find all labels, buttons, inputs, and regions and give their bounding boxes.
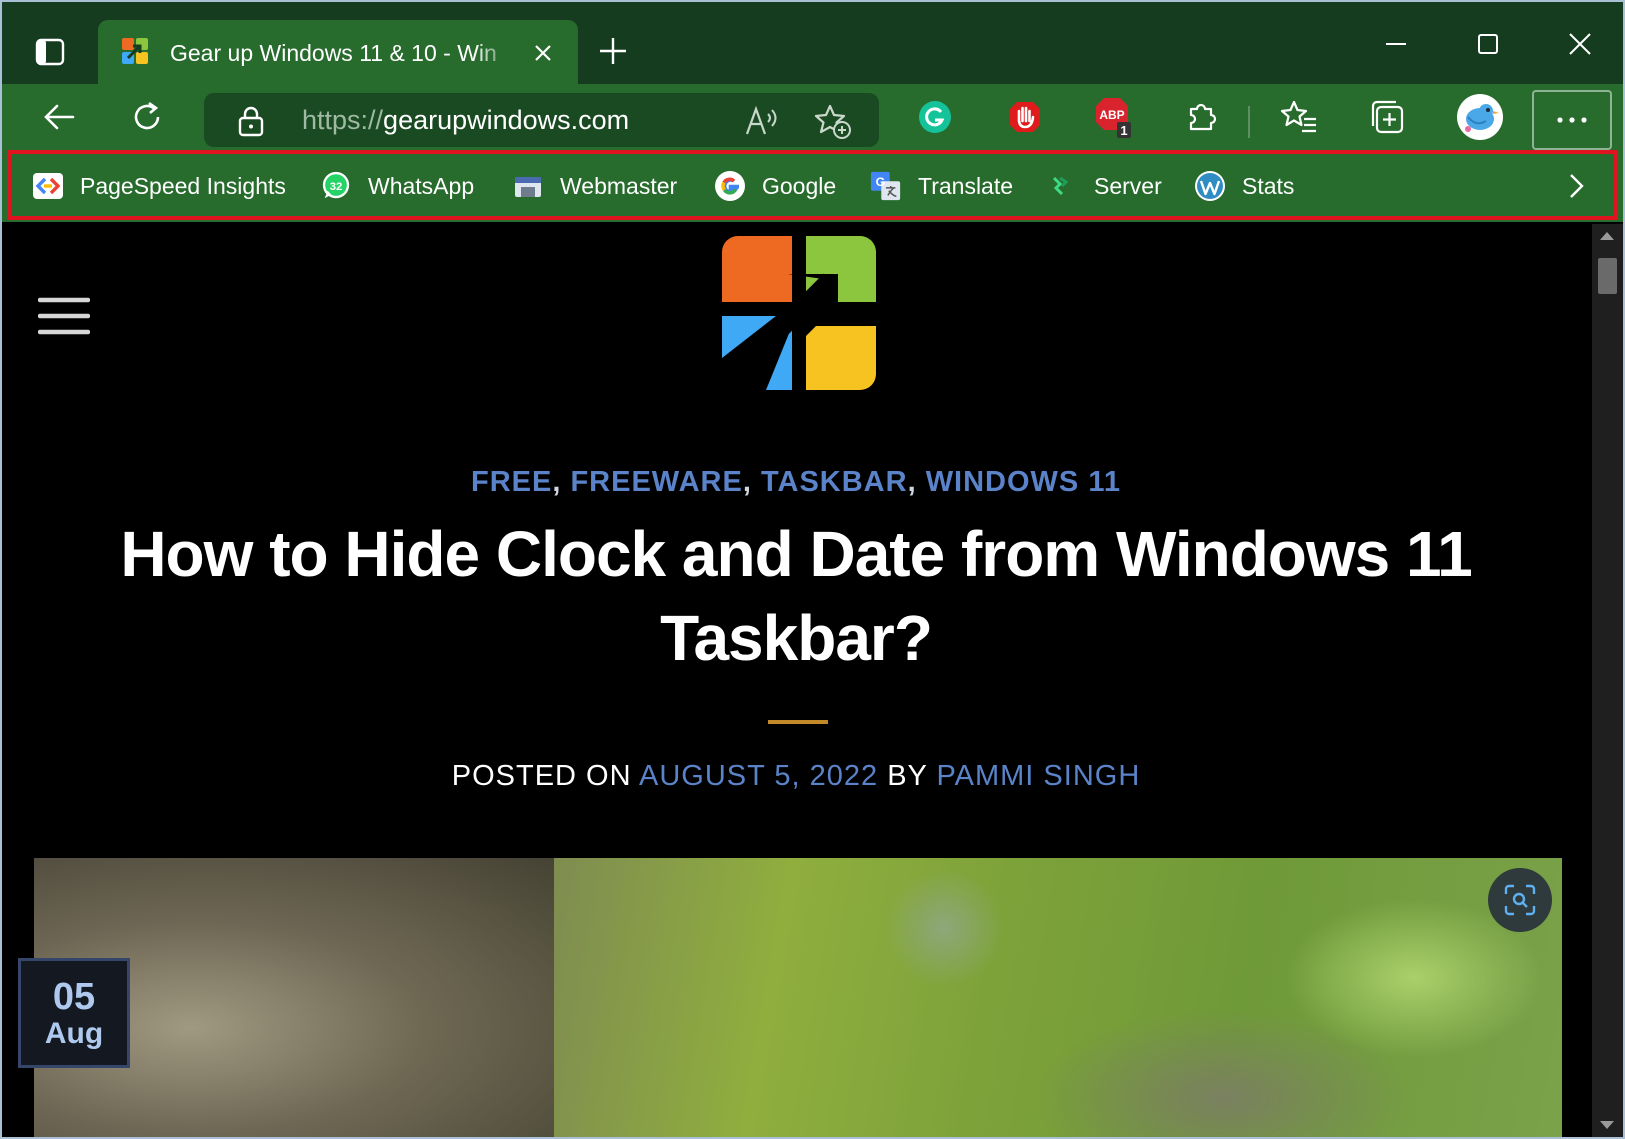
tab-title: Gear up Windows 11 & 10 - Win [170,40,497,66]
favorite-webmaster[interactable]: Webmaster [512,168,677,204]
whatsapp-icon: 32 [320,170,352,202]
favorite-label: Translate [918,173,1014,199]
url-protocol: https:// [302,105,384,135]
scroll-up-arrow-icon[interactable] [1600,232,1614,240]
translate-icon: G [870,170,902,202]
new-tab-icon[interactable] [592,30,634,72]
abp-badge-count: 1 [1120,123,1127,138]
pagespeed-icon [32,170,64,202]
scroll-down-arrow-icon[interactable] [1600,1121,1614,1129]
close-icon [1569,33,1591,55]
favorites-bar: PageSpeed Insights 32 WhatsApp Webmaster… [2,150,1623,222]
favorite-label: Server [1094,173,1162,199]
refresh-button[interactable] [124,94,170,140]
category-free[interactable]: FREE [471,466,552,498]
posted-on-label: POSTED ON [451,760,632,792]
refresh-icon [134,101,160,130]
tab-actions-icon [35,38,65,66]
hero-bokeh [884,868,1004,988]
address-bar[interactable]: https://gearupwindows.com [204,93,879,147]
date-badge-month: Aug [44,1017,104,1050]
tab-strip: Gear up Windows 11 & 10 - Win [2,2,1623,84]
category-freeware[interactable]: FREEWARE [570,466,742,498]
category-taskbar[interactable]: TASKBAR [761,466,908,498]
maximize-button[interactable] [1458,20,1518,68]
more-dots-icon [1557,117,1587,123]
post-meta: POSTED ON AUGUST 5, 2022 BY PAMMI SINGH [2,756,1590,796]
wordpress-icon [1194,170,1226,202]
maximize-icon [1478,34,1498,54]
toolbar-separator [1248,106,1250,138]
post-date-link[interactable]: AUGUST 5, 2022 [639,760,878,792]
favorite-server[interactable]: Server [1046,168,1162,204]
adblock-plus-extension[interactable]: ABP 1 [1090,94,1136,140]
back-arrow-icon [44,104,75,130]
favorites-button[interactable] [1276,94,1322,140]
grammarly-extension[interactable] [912,94,958,140]
adblock-plus-icon: ABP 1 [1096,98,1131,138]
back-button[interactable] [36,94,82,140]
site-favicon-icon [122,38,148,64]
collections-button[interactable] [1364,94,1410,140]
server-icon [1046,170,1078,202]
toolbar: https://gearupwindows.com ABP 1 [2,84,1623,150]
puzzle-icon [1189,103,1217,131]
scroll-thumb[interactable] [1598,258,1617,294]
abp-label: ABP [1099,108,1124,122]
favorite-label: PageSpeed Insights [80,173,286,199]
settings-and-more-button[interactable] [1532,90,1612,150]
adblock-hand-icon [1010,102,1040,132]
webmaster-icon [512,170,544,202]
extensions-button[interactable] [1178,94,1224,140]
favorite-label: Google [762,173,837,199]
url-host: gearupwindows.com [383,105,630,135]
favorite-label: Webmaster [560,173,678,199]
adblock-extension[interactable] [1002,94,1048,140]
page-scrollbar[interactable] [1592,224,1623,1137]
title-divider [768,720,828,724]
favorite-pagespeed[interactable]: PageSpeed Insights [32,168,286,204]
favorite-stats[interactable]: Stats [1194,168,1294,204]
favorite-translate[interactable]: G Translate [870,168,1013,204]
close-window-button[interactable] [1550,20,1610,68]
featured-image [34,858,1562,1137]
minimize-button[interactable] [1366,20,1426,68]
favorite-whatsapp[interactable]: 32 WhatsApp [320,168,474,204]
url-text[interactable]: https://gearupwindows.com [302,102,629,138]
avatar-bird-icon [1457,94,1503,140]
category-links: FREE, FREEWARE, TASKBAR, WINDOWS 11 [471,466,1121,498]
favorites-star-list-icon [1280,100,1316,133]
google-icon [714,170,746,202]
hamburger-menu-icon[interactable] [38,296,90,336]
favorite-google[interactable]: Google [714,168,836,204]
visual-search-button[interactable] [1488,868,1552,932]
browser-window: Gear up Windows 11 & 10 - Win https://ge… [0,0,1625,1139]
category-windows-11[interactable]: WINDOWS 11 [926,466,1121,498]
collections-icon [1371,100,1404,134]
date-badge-day: 05 [52,976,96,1018]
favorite-label: Stats [1242,173,1295,199]
minimize-icon [1386,43,1406,45]
by-label: BY [887,760,928,792]
visual-search-icon [1504,884,1536,916]
close-tab-icon[interactable] [530,40,556,66]
tab-active[interactable]: Gear up Windows 11 & 10 - Win [98,20,578,84]
author-link[interactable]: PAMMI SINGH [936,760,1140,792]
web-page: FREE, FREEWARE, TASKBAR, WINDOWS 11 How … [2,224,1590,1137]
profile-button[interactable] [1454,91,1506,143]
lock-icon[interactable] [236,105,266,137]
chevron-right-icon[interactable] [1560,168,1592,204]
date-badge: 05 Aug [18,958,130,1068]
add-favorite-icon[interactable] [814,103,852,141]
whatsapp-badge: 32 [330,181,343,193]
favorite-label: WhatsApp [368,173,475,199]
tab-actions-button[interactable] [30,32,70,72]
article-title: How to Hide Clock and Date from Windows … [120,518,1472,674]
svg-text:G: G [876,175,886,189]
site-logo[interactable] [716,230,882,396]
read-aloud-icon[interactable] [744,104,780,138]
grammarly-icon [919,101,951,133]
